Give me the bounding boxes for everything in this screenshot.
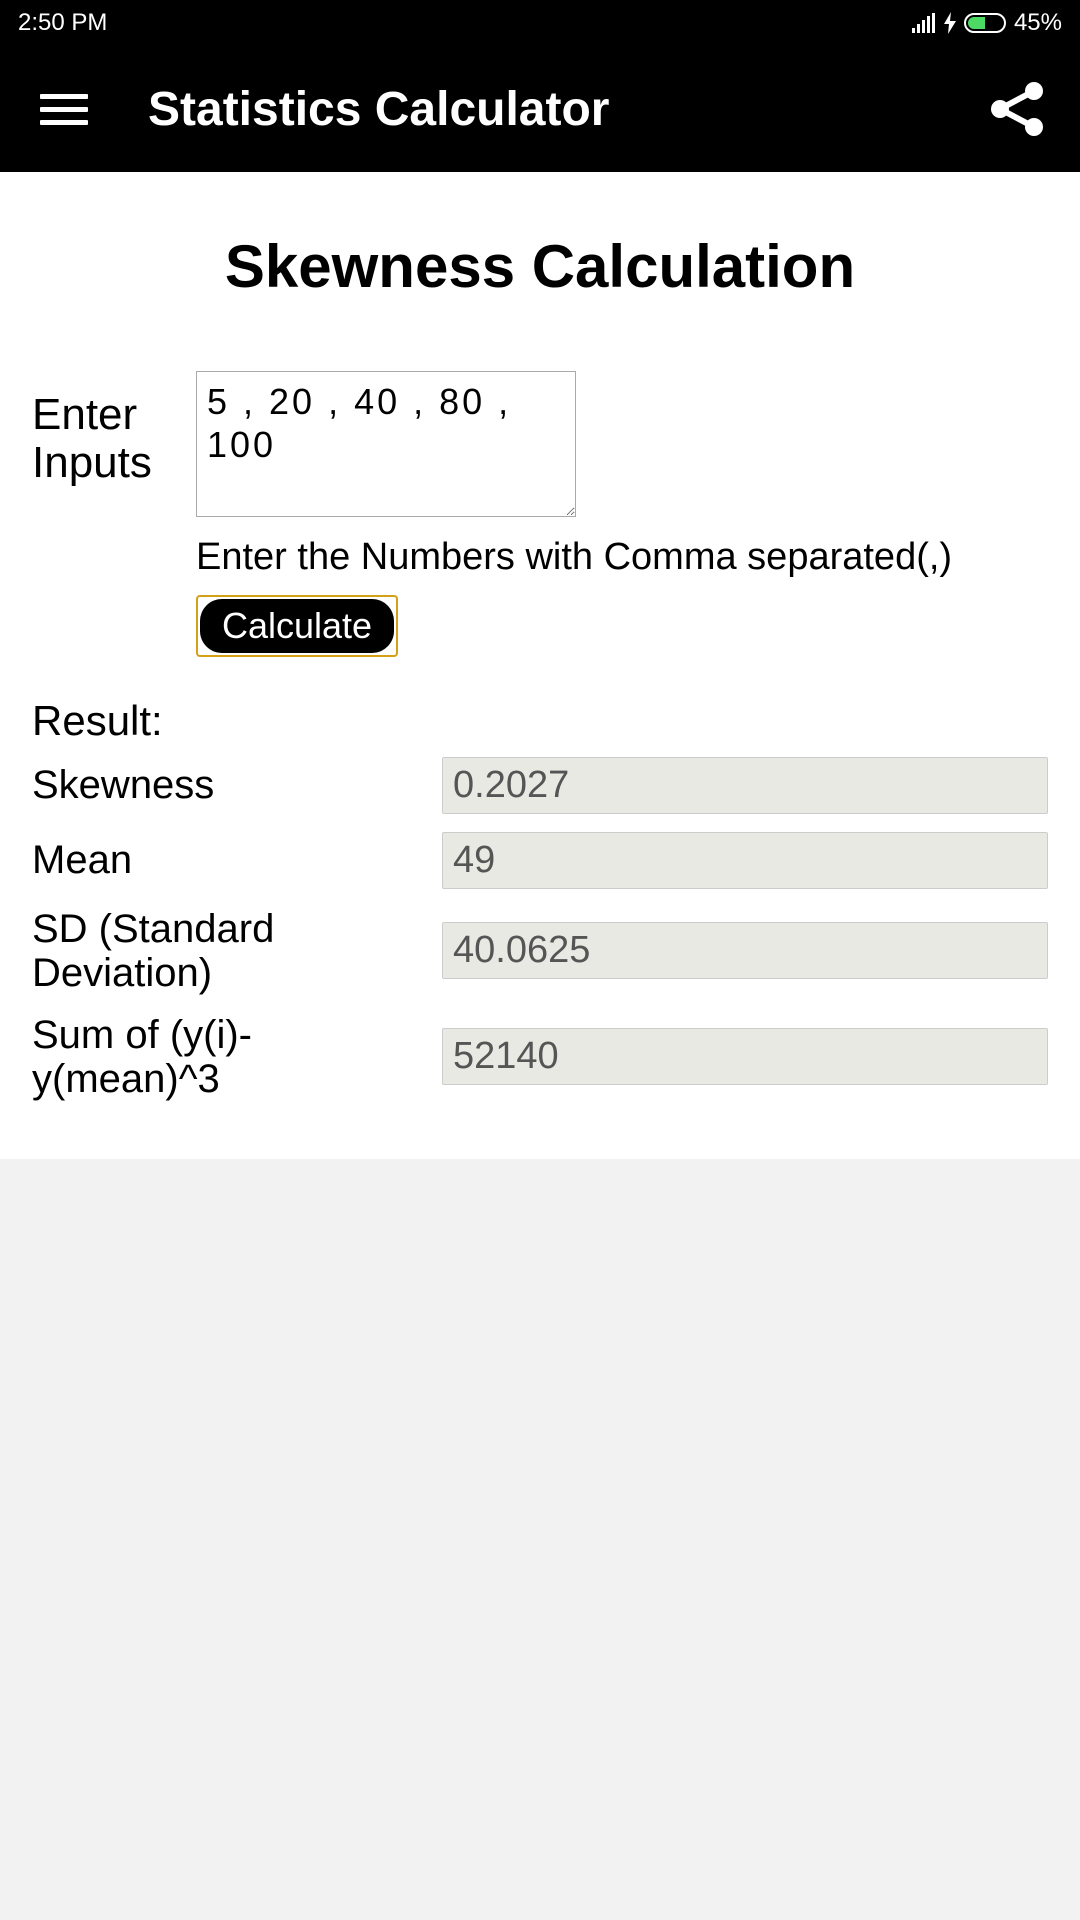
sumcube-label: Sum of (y(i)-y(mean)^3 (32, 1013, 422, 1101)
app-title: Statistics Calculator (148, 82, 986, 137)
app-bar: Statistics Calculator (0, 46, 1080, 172)
result-row-sd: SD (Standard Deviation) 40.0625 (32, 907, 1048, 995)
mean-value: 49 (442, 832, 1048, 889)
input-section: Enter Inputs Enter the Numbers with Comm… (32, 371, 1048, 657)
share-icon[interactable] (986, 79, 1046, 139)
battery-percent: 45% (1014, 9, 1062, 37)
skewness-label: Skewness (32, 763, 422, 807)
sumcube-value: 52140 (442, 1028, 1048, 1085)
result-row-mean: Mean 49 (32, 832, 1048, 889)
skewness-value: 0.2027 (442, 757, 1048, 814)
sd-value: 40.0625 (442, 922, 1048, 979)
battery-icon (964, 13, 1006, 33)
menu-icon[interactable] (40, 85, 88, 133)
result-row-skewness: Skewness 0.2027 (32, 757, 1048, 814)
status-time: 2:50 PM (18, 9, 107, 37)
mean-label: Mean (32, 838, 422, 882)
input-label: Enter Inputs (32, 371, 162, 657)
lightning-icon (944, 12, 956, 34)
page-title: Skewness Calculation (32, 232, 1048, 301)
result-heading: Result: (32, 697, 1048, 745)
signal-icon (912, 13, 936, 33)
input-hint: Enter the Numbers with Comma separated(,… (196, 535, 1048, 581)
sd-label: SD (Standard Deviation) (32, 907, 422, 995)
status-bar: 2:50 PM 45% (0, 0, 1080, 46)
status-right: 45% (912, 9, 1062, 37)
result-row-sumcube: Sum of (y(i)-y(mean)^3 52140 (32, 1013, 1048, 1101)
content-area: Skewness Calculation Enter Inputs Enter … (0, 172, 1080, 1159)
calculate-button[interactable]: Calculate (200, 599, 394, 653)
inputs-textarea[interactable] (196, 371, 576, 517)
